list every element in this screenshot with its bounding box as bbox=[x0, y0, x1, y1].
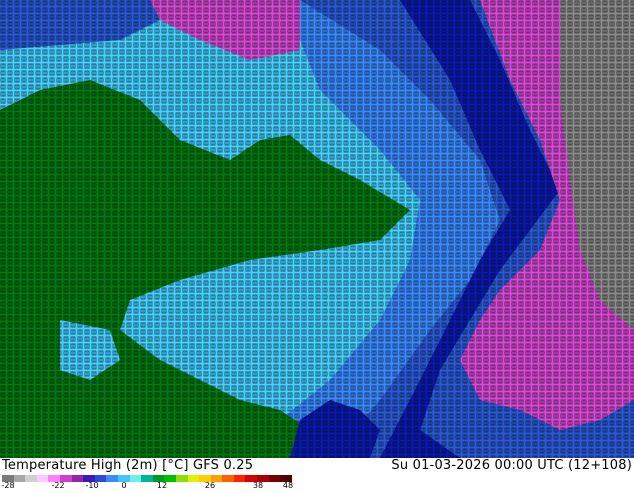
colorbar-tick-label: -22 bbox=[51, 481, 65, 490]
colorbar-swatch bbox=[222, 475, 234, 482]
colorbar-tick-label: 12 bbox=[156, 481, 168, 490]
colorbar-swatch bbox=[36, 475, 49, 482]
colorbar-swatch bbox=[233, 475, 246, 482]
map-datetime: Su 01-03-2026 00:00 UTC (12+108) bbox=[391, 458, 632, 473]
colorbar-ticks: -28 -22 -10 0 12 26 38 48 bbox=[0, 482, 300, 492]
colorbar-swatch bbox=[106, 475, 118, 482]
map-footer: Temperature High (2m) [°C] GFS 0.25 Su 0… bbox=[0, 458, 634, 490]
colorbar-swatch bbox=[25, 475, 37, 482]
colorbar-swatch bbox=[129, 475, 142, 482]
colorbar-swatch bbox=[175, 475, 188, 482]
colorbar bbox=[2, 475, 292, 482]
colorbar-tick-label: 0 bbox=[121, 481, 127, 490]
colorbar-swatch bbox=[268, 475, 281, 482]
temperature-map bbox=[0, 0, 634, 458]
map-title: Temperature High (2m) [°C] GFS 0.25 bbox=[2, 458, 254, 473]
colorbar-tick-label: 38 bbox=[252, 481, 264, 490]
colorbar-swatch bbox=[13, 475, 26, 482]
colorbar-tick-label: -10 bbox=[85, 481, 99, 490]
digit-overlay bbox=[0, 0, 634, 458]
colorbar-swatch bbox=[71, 475, 84, 482]
colorbar-swatch bbox=[141, 475, 153, 482]
colorbar-tick-label: -28 bbox=[1, 481, 15, 490]
colorbar-tick-label: 26 bbox=[204, 481, 216, 490]
colorbar-swatch bbox=[187, 475, 200, 482]
colorbar-tick-label: 48 bbox=[282, 481, 294, 490]
